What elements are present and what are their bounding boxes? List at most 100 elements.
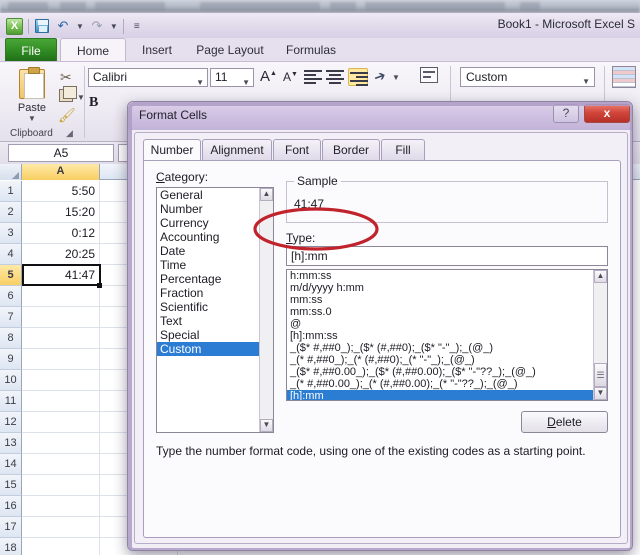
category-item-percentage[interactable]: Percentage — [157, 272, 273, 286]
type-item-7[interactable]: _(* #,##0_);_(* (#,##0);_(* "-"_);_(@_) — [287, 354, 607, 366]
row-header-10[interactable]: 10 — [0, 370, 22, 391]
align-center-icon[interactable] — [326, 68, 344, 84]
paintbrush-icon[interactable]: 🖌 — [58, 107, 76, 124]
cell-A14[interactable] — [22, 454, 100, 475]
undo-icon[interactable]: ↶ — [55, 18, 71, 34]
category-item-number[interactable]: Number — [157, 202, 273, 216]
category-item-currency[interactable]: Currency — [157, 216, 273, 230]
tab-formulas[interactable]: Formulas — [276, 38, 346, 62]
row-header-8[interactable]: 8 — [0, 328, 22, 349]
type-item-9[interactable]: _(* #,##0.00_);_(* (#,##0.00);_(* "-"??_… — [287, 378, 607, 390]
name-box[interactable]: A5 — [8, 144, 114, 162]
row-header-3[interactable]: 3 — [0, 223, 22, 244]
cell-A10[interactable] — [22, 370, 100, 391]
bold-button[interactable]: B — [89, 95, 98, 111]
chevron-down-icon[interactable]: ▼ — [582, 73, 590, 91]
chevron-down-icon[interactable]: ▼ — [242, 74, 250, 91]
category-item-scientific[interactable]: Scientific — [157, 300, 273, 314]
cell-A7[interactable] — [22, 307, 100, 328]
font-name-combo[interactable]: Calibri ▼ — [88, 68, 208, 87]
select-all-corner[interactable] — [0, 164, 22, 180]
row-header-7[interactable]: 7 — [0, 307, 22, 328]
tab-number[interactable]: Number — [143, 139, 201, 161]
type-listbox[interactable]: h:mm:ssm/d/yyyy h:mmmm:ssmm:ss.0@[h]:mm:… — [286, 269, 608, 401]
format-cells-dialog[interactable]: Format Cells ? x Number Alignment Font B… — [127, 101, 633, 551]
grow-font-icon[interactable]: A▲ — [260, 68, 277, 85]
align-right-icon[interactable] — [348, 68, 368, 86]
tab-border[interactable]: Border — [322, 139, 380, 161]
tab-page-layout[interactable]: Page Layout — [186, 38, 274, 62]
category-item-text[interactable]: Text — [157, 314, 273, 328]
quick-access-toolbar[interactable]: X ↶ ▼ ↷ ▼ ≡ — [6, 16, 145, 36]
category-item-custom[interactable]: Custom — [157, 342, 273, 356]
shrink-font-icon[interactable]: A▼ — [283, 70, 298, 84]
scissors-icon[interactable]: ✂ — [60, 69, 72, 86]
scroll-up-icon[interactable]: ▲ — [260, 188, 273, 201]
category-item-general[interactable]: General — [157, 188, 273, 202]
wrap-text-icon[interactable] — [420, 67, 438, 83]
tab-fill[interactable]: Fill — [381, 139, 425, 161]
row-header-5[interactable]: 5 — [0, 265, 22, 286]
row-header-9[interactable]: 9 — [0, 349, 22, 370]
dialog-title-bar[interactable]: Format Cells ? x — [128, 102, 633, 130]
undo-dropdown-icon[interactable]: ▼ — [76, 22, 84, 31]
type-item-10[interactable]: [h]:mm — [287, 390, 607, 401]
type-item-2[interactable]: mm:ss — [287, 294, 607, 306]
orientation-dropdown-icon[interactable]: ▼ — [392, 73, 400, 82]
cell-A15[interactable] — [22, 475, 100, 496]
save-icon[interactable] — [34, 18, 50, 34]
category-item-accounting[interactable]: Accounting — [157, 230, 273, 244]
font-size-combo[interactable]: 11 ▼ — [210, 68, 254, 87]
row-header-13[interactable]: 13 — [0, 433, 22, 454]
category-item-special[interactable]: Special — [157, 328, 273, 342]
category-listbox[interactable]: GeneralNumberCurrencyAccountingDateTimeP… — [156, 187, 274, 433]
cell-A13[interactable] — [22, 433, 100, 454]
cell-A16[interactable] — [22, 496, 100, 517]
tab-file[interactable]: File — [5, 38, 57, 62]
row-header-4[interactable]: 4 — [0, 244, 22, 265]
type-item-3[interactable]: mm:ss.0 — [287, 306, 607, 318]
category-item-fraction[interactable]: Fraction — [157, 286, 273, 300]
tab-insert[interactable]: Insert — [130, 38, 184, 62]
chevron-down-icon[interactable]: ▼ — [196, 74, 204, 91]
category-scrollbar[interactable]: ▲ ▼ — [259, 188, 273, 432]
row-header-11[interactable]: 11 — [0, 391, 22, 412]
type-item-5[interactable]: [h]:mm:ss — [287, 330, 607, 342]
help-icon[interactable]: ? — [553, 104, 579, 123]
type-input[interactable]: [h]:mm — [286, 246, 608, 266]
scroll-down-icon[interactable]: ▼ — [594, 387, 607, 400]
scroll-down-icon[interactable]: ▼ — [260, 419, 273, 432]
cell-A18[interactable] — [22, 538, 100, 555]
cell-A9[interactable] — [22, 349, 100, 370]
type-item-1[interactable]: m/d/yyyy h:mm — [287, 282, 607, 294]
type-item-6[interactable]: _($* #,##0_);_($* (#,##0);_($* "-"_);_(@… — [287, 342, 607, 354]
row-header-6[interactable]: 6 — [0, 286, 22, 307]
row-header-17[interactable]: 17 — [0, 517, 22, 538]
scrollbar-thumb[interactable]: ☰ — [594, 363, 607, 387]
cell-styles-icon[interactable] — [612, 66, 636, 88]
cell-A17[interactable] — [22, 517, 100, 538]
type-item-4[interactable]: @ — [287, 318, 607, 330]
cell-A4[interactable]: 20:25 — [22, 244, 100, 265]
type-item-8[interactable]: _($* #,##0.00_);_($* (#,##0.00);_($* "-"… — [287, 366, 607, 378]
fill-handle[interactable] — [97, 283, 102, 288]
number-format-combo[interactable]: Custom ▼ — [460, 67, 595, 87]
cell-A12[interactable] — [22, 412, 100, 433]
category-item-time[interactable]: Time — [157, 258, 273, 272]
clipboard-dialog-launcher-icon[interactable]: ◢ — [66, 128, 73, 139]
row-header-18[interactable]: 18 — [0, 538, 22, 555]
cell-A8[interactable] — [22, 328, 100, 349]
row-header-2[interactable]: 2 — [0, 202, 22, 223]
close-icon[interactable]: x — [584, 104, 630, 123]
scroll-up-icon[interactable]: ▲ — [594, 270, 607, 283]
text-orientation-icon[interactable]: ➔ — [371, 67, 388, 87]
cell-A1[interactable]: 5:50 — [22, 181, 100, 202]
tab-alignment[interactable]: Alignment — [202, 139, 272, 161]
align-left-icon[interactable] — [304, 68, 322, 84]
column-header-a[interactable]: A — [22, 164, 100, 180]
row-header-14[interactable]: 14 — [0, 454, 22, 475]
cell-A3[interactable]: 0:12 — [22, 223, 100, 244]
copy-icon[interactable] — [59, 89, 73, 102]
redo-icon[interactable]: ↷ — [89, 18, 105, 34]
row-header-1[interactable]: 1 — [0, 181, 22, 202]
